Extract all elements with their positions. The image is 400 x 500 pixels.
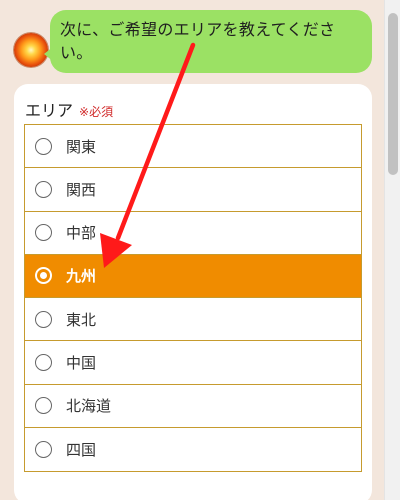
- area-form-card: エリア ※必須 関東 関西 中部 九州 東北 中国 北海道 四国: [14, 84, 372, 500]
- area-options: 関東 関西 中部 九州 東北 中国 北海道 四国: [24, 124, 362, 472]
- chat-bubble: 次に、ご希望のエリアを教えてください。: [50, 10, 372, 73]
- option-hokkaido[interactable]: 北海道: [25, 384, 361, 428]
- bot-avatar: [14, 33, 48, 67]
- required-badge: ※必須: [79, 105, 114, 119]
- radio-icon[interactable]: [35, 440, 52, 458]
- vertical-scrollbar[interactable]: [384, 0, 400, 500]
- option-kyushu[interactable]: 九州: [25, 254, 361, 298]
- option-chubu[interactable]: 中部: [25, 211, 361, 255]
- option-tohoku[interactable]: 東北: [25, 298, 361, 342]
- scrollbar-thumb[interactable]: [388, 13, 398, 175]
- option-shikoku[interactable]: 四国: [25, 427, 361, 471]
- option-label: 北海道: [66, 397, 112, 416]
- option-chugoku[interactable]: 中国: [25, 341, 361, 385]
- option-kansai[interactable]: 関西: [25, 168, 361, 212]
- option-label: 関東: [66, 137, 97, 156]
- option-label: 中部: [66, 224, 97, 243]
- radio-icon[interactable]: [35, 224, 52, 242]
- area-field-label: エリア ※必須: [25, 97, 113, 121]
- option-label: 東北: [66, 310, 97, 329]
- radio-icon[interactable]: [35, 310, 52, 328]
- option-label: 中国: [66, 353, 97, 372]
- chat-viewport: 次に、ご希望のエリアを教えてください。 エリア ※必須 関東 関西 中部 九州: [0, 0, 384, 500]
- radio-selected-icon[interactable]: [35, 267, 52, 285]
- area-label-text: エリア: [25, 101, 74, 120]
- radio-icon[interactable]: [35, 397, 52, 415]
- radio-icon[interactable]: [35, 137, 52, 155]
- option-label: 四国: [66, 440, 97, 459]
- radio-icon[interactable]: [35, 353, 52, 371]
- radio-icon[interactable]: [35, 180, 52, 198]
- option-kanto[interactable]: 関東: [25, 125, 361, 169]
- chat-message: 次に、ご希望のエリアを教えてください。: [60, 20, 336, 62]
- option-label: 関西: [66, 180, 97, 199]
- option-label: 九州: [66, 267, 97, 286]
